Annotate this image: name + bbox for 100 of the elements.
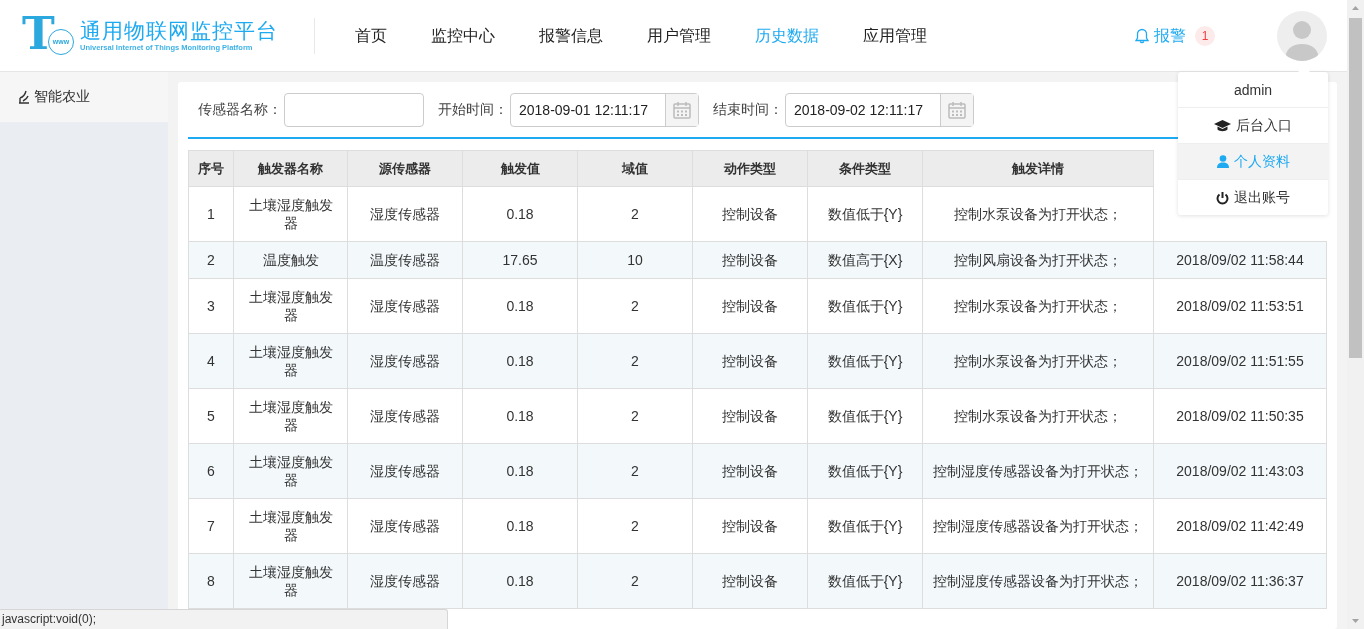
- username-label: admin: [1232, 80, 1274, 100]
- power-icon: [1216, 190, 1229, 205]
- table-cell: 数值低于{Y}: [807, 278, 923, 334]
- table-cell: 10: [577, 241, 693, 279]
- table-cell: 2018/09/02 11:58:44: [1153, 241, 1327, 279]
- table-cell: 控制设备: [692, 278, 808, 334]
- column-header: 动作类型: [692, 150, 808, 187]
- table-cell: 2: [577, 443, 693, 499]
- table-cell: 2: [577, 186, 693, 242]
- sensor-name-field[interactable]: [284, 93, 424, 127]
- status-url-tip: javascript:void(0);: [0, 609, 448, 629]
- table-cell: 2: [577, 278, 693, 334]
- avatar-silhouette[interactable]: [1277, 10, 1327, 61]
- alarm-count-badge: 1: [1195, 25, 1215, 46]
- nav-link[interactable]: 监控中心: [409, 15, 517, 56]
- table-cell: 数值高于{X}: [807, 241, 923, 279]
- table-cell: 0.18: [462, 498, 578, 554]
- table-cell: 控制设备: [692, 186, 808, 242]
- table-cell: 数值低于{Y}: [807, 186, 923, 242]
- table-cell: 土壤湿度触发器: [233, 278, 348, 334]
- table-cell: 控制水泵设备为打开状态；: [922, 278, 1154, 334]
- app-title: 通用物联网监控平台: [80, 19, 278, 43]
- table-cell: 0.18: [462, 186, 578, 242]
- table-cell: 2: [577, 498, 693, 554]
- graduation-cap-icon: [1214, 119, 1231, 132]
- nav-link[interactable]: 用户管理: [625, 15, 733, 56]
- column-header: 触发器名称: [233, 150, 348, 187]
- table-cell: 土壤湿度触发器: [233, 186, 348, 242]
- table-cell: 数值低于{Y}: [807, 388, 923, 444]
- table-cell: 2018/09/02 11:43:03: [1153, 443, 1327, 499]
- table-cell: 1: [188, 186, 234, 242]
- table-cell: 温度触发: [233, 241, 348, 279]
- table-cell: 土壤湿度触发器: [233, 443, 348, 499]
- nav-link[interactable]: 报警信息: [517, 15, 625, 56]
- column-header: 触发值: [462, 150, 578, 187]
- column-header: 触发详情: [922, 150, 1154, 187]
- table-cell: 控制设备: [692, 443, 808, 499]
- table-cell: 控制设备: [692, 553, 808, 609]
- start-date-picker[interactable]: 2018-09-01 12:11:17: [510, 93, 699, 127]
- table-cell: 17.65: [462, 241, 578, 279]
- table-cell: 湿度传感器: [347, 443, 463, 499]
- table-cell: 湿度传感器: [347, 278, 463, 334]
- table-cell: 2018/09/02 11:36:37: [1153, 553, 1327, 609]
- sensor-name-label: 传感器名称：: [198, 101, 282, 119]
- table-cell: 控制湿度传感器设备为打开状态；: [922, 498, 1154, 554]
- column-header: 条件类型: [807, 150, 923, 187]
- nav-link[interactable]: 应用管理: [841, 15, 949, 56]
- nav-link[interactable]: 首页: [333, 15, 409, 56]
- table-cell: 控制风扇设备为打开状态；: [922, 241, 1154, 279]
- table-cell: 控制湿度传感器设备为打开状态；: [922, 553, 1154, 609]
- table-cell: 数值低于{Y}: [807, 553, 923, 609]
- table-cell: 数值低于{Y}: [807, 333, 923, 389]
- user-menu-item[interactable]: 退出账号: [1178, 179, 1328, 215]
- table-cell: 控制设备: [692, 388, 808, 444]
- table-cell: 8: [188, 553, 234, 609]
- end-date-picker[interactable]: 2018-09-02 12:11:17: [785, 93, 974, 127]
- table-cell: 4: [188, 333, 234, 389]
- table-cell: 控制水泵设备为打开状态；: [922, 388, 1154, 444]
- calendar-icon: [673, 101, 691, 119]
- column-header: 序号: [188, 150, 234, 187]
- table-cell: 0.18: [462, 278, 578, 334]
- user-icon: [1216, 155, 1229, 168]
- table-cell: 湿度传感器: [347, 498, 463, 554]
- table-cell: 数值低于{Y}: [807, 498, 923, 554]
- table-cell: 0.18: [462, 443, 578, 499]
- table-cell: 0.18: [462, 388, 578, 444]
- table-cell: 2018/09/02 11:53:51: [1153, 278, 1327, 334]
- table-cell: 2018/09/02 11:51:55: [1153, 333, 1327, 389]
- table-cell: 控制水泵设备为打开状态；: [922, 333, 1154, 389]
- bell-icon: [1135, 27, 1149, 44]
- table-cell: 湿度传感器: [347, 388, 463, 444]
- table-cell: 2: [577, 333, 693, 389]
- table-cell: 控制水泵设备为打开状态；: [922, 186, 1154, 242]
- end-time-field[interactable]: 2018-09-02 12:11:17: [786, 94, 940, 126]
- table-cell: 湿度传感器: [347, 186, 463, 242]
- table-cell: 2: [577, 553, 693, 609]
- table-cell: 0.18: [462, 553, 578, 609]
- table-cell: 2: [577, 388, 693, 444]
- table-cell: 温度传感器: [347, 241, 463, 279]
- table-cell: 土壤湿度触发器: [233, 333, 348, 389]
- table-cell: 3: [188, 278, 234, 334]
- table-cell: 湿度传感器: [347, 553, 463, 609]
- table-cell: 6: [188, 443, 234, 499]
- calendar-icon: [948, 101, 966, 119]
- table-cell: 土壤湿度触发器: [233, 553, 348, 609]
- start-time-label: 开始时间：: [438, 101, 508, 119]
- table-cell: 2: [188, 241, 234, 279]
- end-time-label: 结束时间：: [713, 101, 783, 119]
- sidebar-item[interactable]: 智能农业: [0, 72, 168, 122]
- start-time-field[interactable]: 2018-09-01 12:11:17: [511, 94, 665, 126]
- column-header: 域值: [577, 150, 693, 187]
- table-cell: 控制设备: [692, 333, 808, 389]
- table-cell: 控制湿度传感器设备为打开状态；: [922, 443, 1154, 499]
- column-header: 源传感器: [347, 150, 463, 187]
- table-cell: 湿度传感器: [347, 333, 463, 389]
- table-cell: 控制设备: [692, 498, 808, 554]
- table-cell: 控制设备: [692, 241, 808, 279]
- table-cell: 2018/09/02 11:42:49: [1153, 498, 1327, 554]
- table-cell: 土壤湿度触发器: [233, 498, 348, 554]
- table-cell: 数值低于{Y}: [807, 443, 923, 499]
